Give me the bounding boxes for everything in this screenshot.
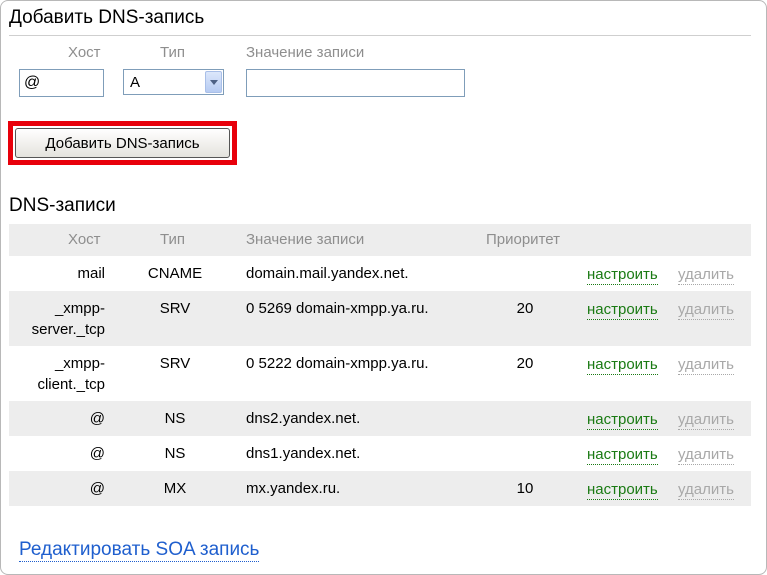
column-priority: Приоритет [486,231,560,248]
value-label: Значение записи [246,44,365,61]
configure-link[interactable]: настроить [587,356,658,375]
delete-link[interactable]: удалить [678,481,734,500]
add-dns-record-button[interactable]: Добавить DNS-запись [15,128,230,158]
row-host-second-line: server._tcp [31,321,105,338]
row-value: dns1.yandex.net. [246,445,361,462]
table-row: @ NS dns1.yandex.net. настроить удалить [9,436,751,471]
row-value: dns2.yandex.net. [246,410,361,427]
delete-link[interactable]: удалить [678,266,734,285]
row-type: SRV [159,300,191,317]
table-row: @ MX mx.yandex.ru. 10 настроить удалить [9,471,751,506]
table-row: @ NS dns2.yandex.net. настроить удалить [9,401,751,436]
row-type: CNAME [147,265,203,282]
configure-link[interactable]: настроить [587,411,658,430]
title-divider [9,35,751,36]
add-dns-title: Добавить DNS-запись [9,7,205,28]
edit-soa-link[interactable]: Редактировать SOA запись [19,539,260,562]
delete-link[interactable]: удалить [678,446,734,465]
row-host: @ [89,410,105,427]
delete-link[interactable]: удалить [678,411,734,430]
row-host: _xmpp- [54,355,105,372]
host-input[interactable] [19,69,104,97]
configure-link[interactable]: настроить [587,446,658,465]
row-value: mx.yandex.ru. [246,480,341,497]
row-value: 0 5269 domain-xmpp.ya.ru. [246,300,429,317]
record-value-input[interactable] [246,69,465,97]
table-row: _xmpp- client._tcp SRV 0 5222 domain-xmp… [9,346,751,401]
row-host: mail [77,265,105,282]
row-type: MX [163,480,187,497]
row-value: 0 5222 domain-xmpp.ya.ru. [246,355,429,372]
type-label: Тип [160,44,186,61]
row-host-second-line: client._tcp [37,376,105,393]
column-value: Значение записи [246,231,365,248]
delete-link[interactable]: удалить [678,356,734,375]
column-type: Тип [160,231,186,248]
configure-link[interactable]: настроить [587,301,658,320]
row-host: @ [89,445,105,462]
configure-link[interactable]: настроить [587,481,658,500]
configure-link[interactable]: настроить [587,266,658,285]
row-value: domain.mail.yandex.net. [246,265,409,282]
row-priority: 10 [516,480,534,497]
type-select[interactable]: A [123,69,224,95]
type-select-value: A [130,74,141,91]
row-type: NS [164,410,186,427]
table-header [9,224,751,256]
row-type: NS [164,445,186,462]
column-host: Хост [68,231,101,248]
row-host: _xmpp- [54,300,105,317]
chevron-down-icon[interactable] [205,71,222,93]
host-label: Хост [68,44,101,61]
delete-link[interactable]: удалить [678,301,734,320]
row-type: SRV [159,355,191,372]
row-priority: 20 [516,300,534,317]
table-row: _xmpp- server._tcp SRV 0 5269 domain-xmp… [9,291,751,346]
row-host: @ [89,480,105,497]
row-priority: 20 [516,355,534,372]
table-row: mail CNAME domain.mail.yandex.net. настр… [9,256,751,291]
dns-records-title: DNS-записи [9,195,116,216]
